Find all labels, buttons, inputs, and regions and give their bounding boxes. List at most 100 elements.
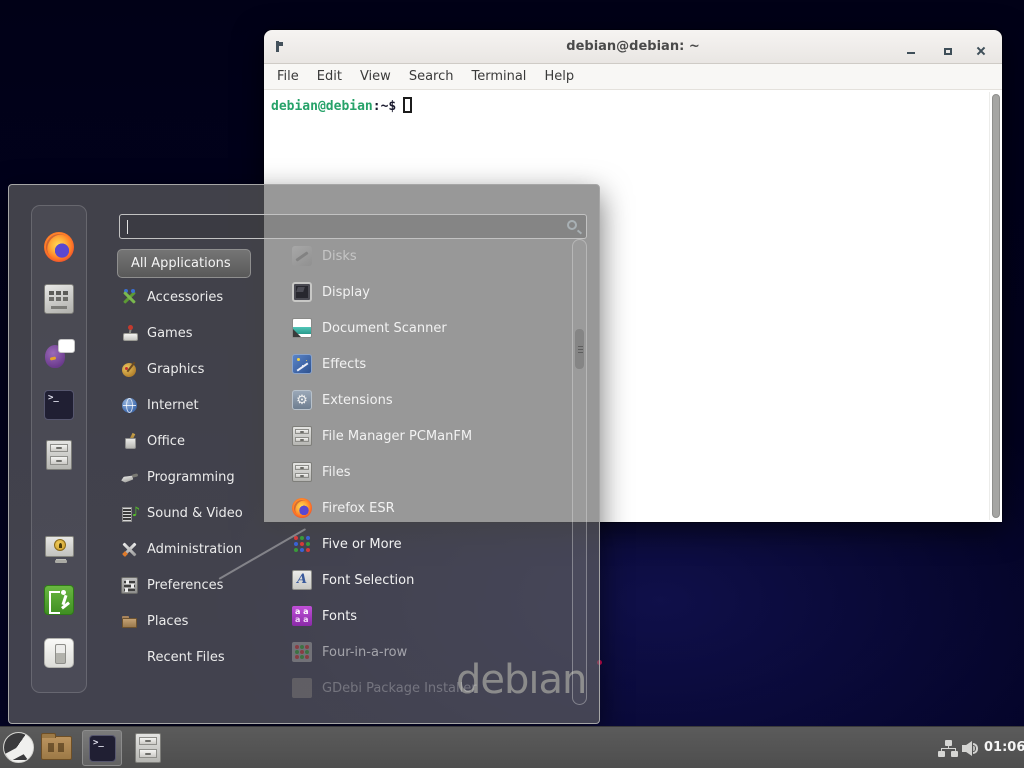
taskbar-terminal-button[interactable]: [82, 730, 122, 766]
category-recent-files[interactable]: Recent Files: [121, 644, 279, 670]
lock-screen-button[interactable]: [44, 533, 74, 563]
category-internet[interactable]: Internet: [121, 392, 279, 418]
menu-view[interactable]: View: [351, 64, 400, 89]
app-label: Effects: [322, 357, 366, 372]
menu-file[interactable]: File: [268, 64, 308, 89]
app-file-manager-pcmanfm[interactable]: File Manager PCManFM: [292, 422, 582, 450]
graphics-icon: [121, 361, 138, 378]
favorite-pidgin[interactable]: [44, 339, 74, 369]
extensions-gear-icon: ⚙: [292, 390, 312, 410]
games-icon-detail: [128, 325, 133, 330]
category-label: Administration: [147, 542, 242, 557]
terminal-icon: [89, 735, 116, 762]
category-office[interactable]: Office: [121, 428, 279, 454]
app-disks[interactable]: Disks: [292, 242, 582, 270]
app-document-scanner[interactable]: Document Scanner: [292, 314, 582, 342]
recent-files-spacer: [121, 649, 138, 666]
desktop-folder-launcher[interactable]: [41, 736, 72, 760]
cabinet-drawer: [139, 749, 157, 757]
app-label: GDebi Package Installer: [322, 681, 477, 696]
menu-scrollbar-track[interactable]: [572, 239, 587, 705]
app-firefox-esr[interactable]: Firefox ESR: [292, 494, 582, 522]
menu-search[interactable]: Search: [400, 64, 463, 89]
display-icon: [292, 282, 312, 302]
favorites-rail: [31, 205, 87, 693]
menu-search-box: [119, 214, 587, 239]
category-preferences[interactable]: Preferences: [121, 572, 279, 598]
prompt-path: :~$: [373, 99, 396, 114]
category-graphics[interactable]: Graphics: [121, 356, 279, 382]
category-label: Internet: [147, 398, 199, 413]
app-gdebi-package-installer[interactable]: GDebi Package Installer: [292, 674, 582, 702]
app-label: Extensions: [322, 393, 393, 408]
taskbar-file-manager-button[interactable]: [135, 733, 161, 763]
network-tray-icon[interactable]: [938, 740, 959, 758]
colored-dots-icon: [292, 534, 312, 554]
app-effects[interactable]: Effects: [292, 350, 582, 378]
administration-tools-icon: [121, 541, 138, 558]
preferences-sliders-icon: [121, 577, 138, 594]
favorite-file-manager[interactable]: [46, 440, 72, 470]
globe-icon-detail: [126, 398, 133, 413]
search-input[interactable]: [120, 215, 586, 238]
speaker-cone: [965, 741, 972, 756]
app-fonts[interactable]: Fonts: [292, 602, 582, 630]
app-extensions[interactable]: ⚙ Extensions: [292, 386, 582, 414]
games-icon: [121, 325, 138, 342]
file-cabinet-icon: [292, 462, 312, 482]
shut-down-button[interactable]: [44, 638, 74, 668]
app-display[interactable]: Display: [292, 278, 582, 306]
minimize-button[interactable]: [907, 52, 915, 54]
favorite-software[interactable]: [44, 284, 74, 314]
file-cabinet-drawer: [50, 456, 68, 464]
globe-icon: [121, 397, 138, 414]
category-label: Recent Files: [147, 650, 225, 665]
category-programming[interactable]: Programming: [121, 464, 279, 490]
category-places[interactable]: Places: [121, 608, 279, 634]
app-five-or-more[interactable]: Five or More: [292, 530, 582, 558]
favorite-terminal[interactable]: [44, 390, 74, 420]
app-font-selection[interactable]: AFont Selection: [292, 566, 582, 594]
terminal-titlebar[interactable]: debian@debian: ~: [264, 30, 1002, 64]
gdebi-icon: [292, 678, 312, 698]
app-label: Five or More: [322, 537, 402, 552]
category-label: Office: [147, 434, 185, 449]
terminal-scrollbar[interactable]: [989, 92, 1001, 520]
terminal-mini-icon: [276, 41, 279, 52]
menu-help[interactable]: Help: [535, 64, 583, 89]
menu-edit[interactable]: Edit: [308, 64, 351, 89]
network-link: [941, 748, 956, 749]
close-button[interactable]: [976, 46, 986, 56]
category-games[interactable]: Games: [121, 320, 279, 346]
pidgin-icon: [50, 356, 56, 360]
menu-button[interactable]: [3, 732, 34, 763]
category-label: Graphics: [147, 362, 204, 377]
category-label: Preferences: [147, 578, 223, 593]
application-menu: All Applications Accessories Games Graph…: [8, 184, 600, 724]
menu-scrollbar-thumb[interactable]: [574, 328, 585, 370]
app-label: Font Selection: [322, 573, 414, 588]
panel-clock[interactable]: 01:06: [984, 740, 1024, 755]
app-label: Display: [322, 285, 370, 300]
terminal-scrollbar-thumb[interactable]: [992, 94, 1000, 518]
logout-figure: [61, 602, 70, 610]
app-four-in-a-row[interactable]: Four-in-a-row: [292, 638, 582, 666]
favorite-firefox[interactable]: [44, 232, 74, 262]
folder-icon: [121, 613, 138, 630]
shell-prompt: debian@debian:~$: [271, 97, 412, 114]
volume-tray-icon[interactable]: [962, 739, 981, 757]
app-files[interactable]: Files: [292, 458, 582, 486]
network-link: [941, 748, 942, 751]
category-all-applications[interactable]: All Applications: [117, 249, 251, 278]
fonts-icon: [292, 606, 312, 626]
search-caret: [127, 220, 128, 234]
category-accessories[interactable]: Accessories: [121, 284, 279, 310]
category-sound-video[interactable]: Sound & Video: [121, 500, 279, 526]
disks-icon: [292, 246, 312, 266]
network-node: [951, 751, 958, 757]
cabinet-drawer: [295, 437, 309, 442]
maximize-button[interactable]: [944, 48, 952, 55]
terminal-menubar: File Edit View Search Terminal Help: [264, 64, 1002, 90]
menu-terminal[interactable]: Terminal: [462, 64, 535, 89]
log-out-button[interactable]: [44, 585, 74, 615]
